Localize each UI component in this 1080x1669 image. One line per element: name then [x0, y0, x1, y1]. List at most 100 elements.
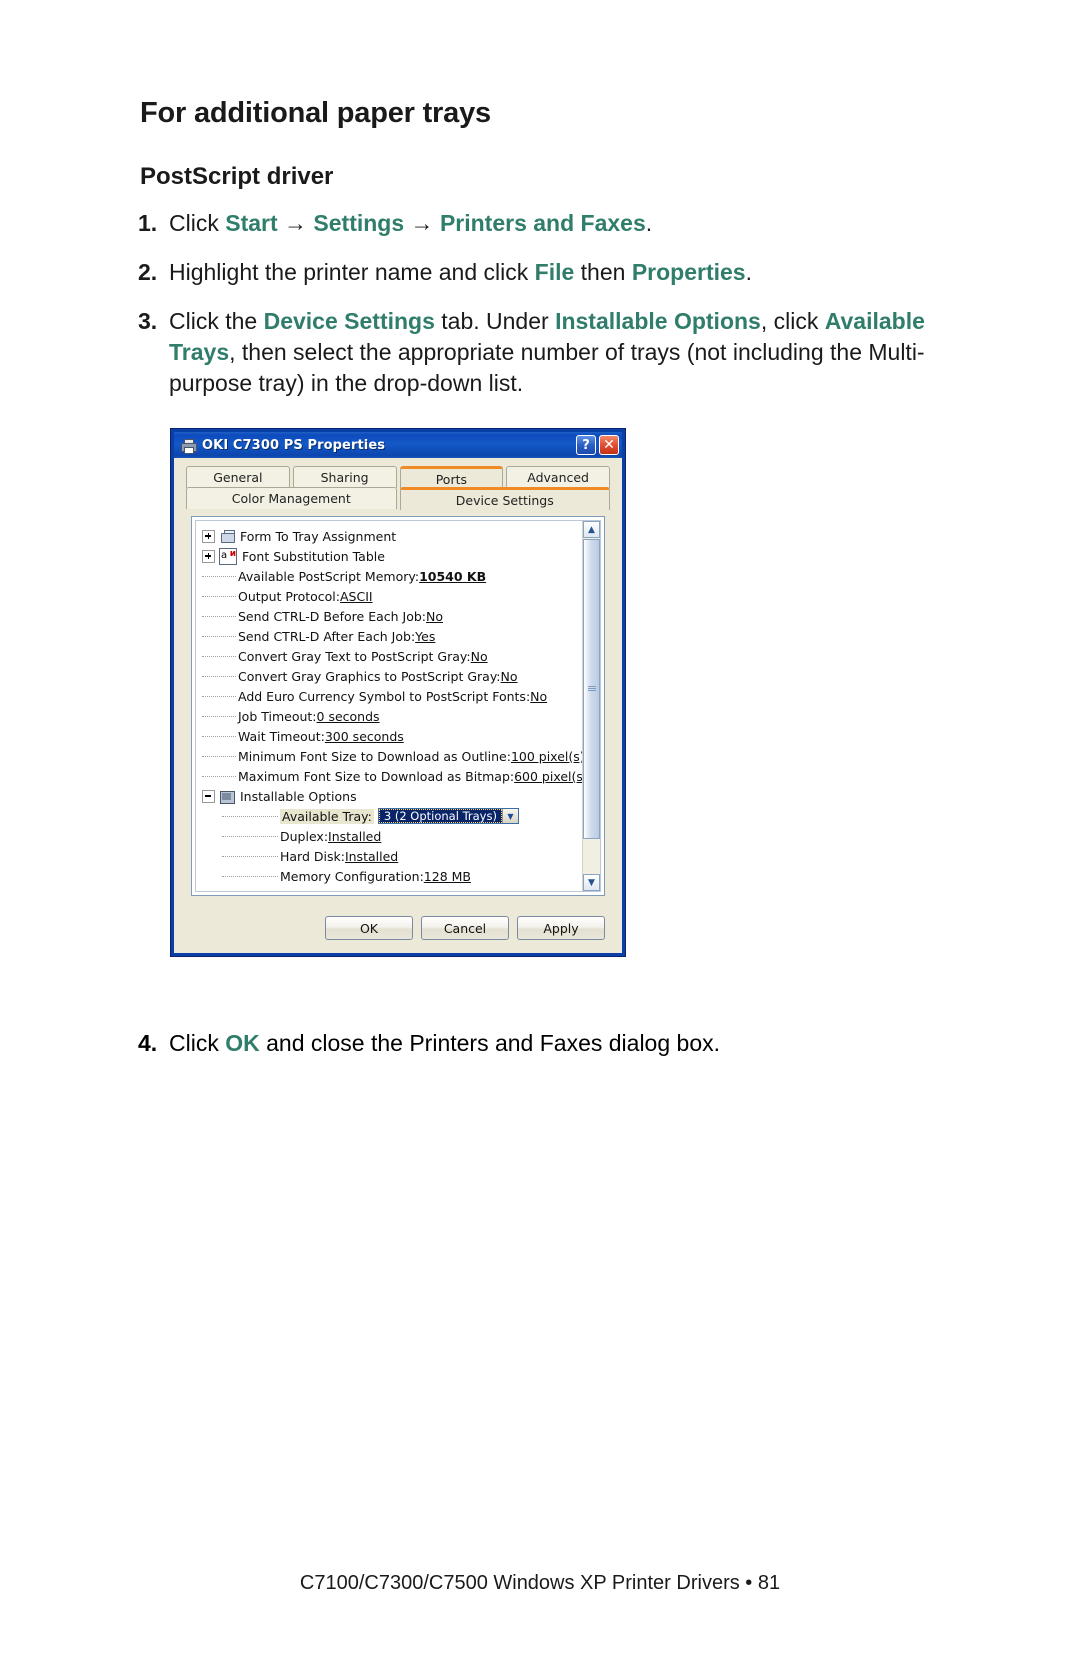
device-settings-list-inner: Form To Tray Assignment a и Font Substituti…: [195, 520, 601, 892]
tab-strip: General Sharing Ports Advanced Color Manage…: [186, 466, 610, 510]
step-1: 1. Click Start → Settings → Printers and …: [138, 208, 928, 239]
steps-list: 1. Click Start → Settings → Printers and …: [138, 208, 928, 417]
tree-row-value[interactable]: ASCII: [340, 589, 373, 604]
tree-row-value[interactable]: No: [501, 669, 518, 684]
expand-icon[interactable]: [202, 529, 215, 543]
emphasis-term: Start: [225, 210, 278, 236]
tree-row[interactable]: Send CTRL-D Before Each Job: No: [202, 606, 582, 626]
tab-device-settings[interactable]: Device Settings: [399, 487, 610, 510]
scroll-down-icon[interactable]: ▼: [583, 874, 600, 891]
tree-row-value[interactable]: No: [471, 649, 488, 664]
tree-row[interactable]: Memory Configuration: 128 MB: [202, 866, 582, 886]
tree-row-label: Form To Tray Assignment: [240, 528, 397, 544]
tree-row[interactable]: Installable Options: [202, 786, 582, 806]
ok-button[interactable]: OK: [325, 916, 413, 940]
dialog-titlebar[interactable]: OKI C7300 PS Properties ? ✕: [174, 432, 622, 458]
step-text-run: →: [277, 210, 314, 236]
tree-row-value[interactable]: No: [426, 609, 443, 624]
tree-row[interactable]: Convert Gray Graphics to PostScript Gray…: [202, 666, 582, 686]
tree-row[interactable]: Wait Timeout: 300 seconds: [202, 726, 582, 746]
tree-row[interactable]: Form To Tray Assignment: [202, 526, 582, 546]
printer-properties-dialog: OKI C7300 PS Properties ? ✕ General Shari…: [170, 428, 626, 957]
tab-sharing[interactable]: Sharing: [292, 466, 397, 488]
page-title: For additional paper trays: [140, 97, 491, 129]
tree-connector: [202, 616, 236, 618]
tab-row-2: Color Management Device Settings: [186, 487, 610, 510]
tree-row[interactable]: Output Protocol: ASCII: [202, 586, 582, 606]
tree-row-label: Font Substitution Table: [242, 548, 385, 564]
help-button[interactable]: ?: [576, 435, 596, 455]
titlebar-buttons: ? ✕: [576, 435, 619, 455]
emphasis-term: OK: [225, 1030, 260, 1056]
tree-row[interactable]: Add Euro Currency Symbol to PostScript F…: [202, 686, 582, 706]
step-4-number: 4.: [138, 1030, 158, 1056]
tree-row[interactable]: Hard Disk: Installed: [202, 846, 582, 866]
dialog-title: OKI C7300 PS Properties: [202, 437, 386, 453]
step-text-run: then: [574, 259, 632, 285]
tree-row-value[interactable]: 100 pixel(s): [511, 749, 585, 764]
tree-row-label: Memory Configuration:: [280, 868, 424, 884]
emphasis-term: Properties: [631, 259, 746, 285]
tree-row-value[interactable]: Installed: [345, 849, 398, 864]
cancel-button[interactable]: Cancel: [421, 916, 509, 940]
apply-button[interactable]: Apply: [517, 916, 605, 940]
tree-row[interactable]: Send CTRL-D After Each Job: Yes: [202, 626, 582, 646]
tree-connector: [202, 576, 236, 578]
tree-connector: [202, 776, 236, 778]
tree-row-label: Available PostScript Memory:: [238, 568, 420, 584]
tree-row-label: Duplex:: [280, 828, 329, 844]
tree-row-value[interactable]: 10540 KB: [419, 569, 486, 584]
step-3-text: Click the Device Settings tab. Under Ins…: [169, 306, 928, 399]
tree-row-label: Hard Disk:: [280, 848, 345, 864]
chevron-down-icon[interactable]: ▼: [501, 809, 518, 823]
tree-row-label: Installable Options: [240, 788, 357, 804]
document-page: For additional paper trays PostScript dr…: [0, 0, 1080, 1669]
tree-connector: [202, 756, 236, 758]
tab-general[interactable]: General: [186, 466, 290, 488]
tree-row-value[interactable]: 600 pixel(s): [514, 769, 588, 784]
available-tray-dropdown[interactable]: 3 (2 Optional Trays) ▼: [377, 808, 519, 824]
scrollbar-thumb[interactable]: [583, 539, 600, 839]
emphasis-term: Settings: [313, 210, 405, 236]
tree-connector: [222, 836, 278, 838]
tree-row[interactable]: Available Tray: 3 (2 Optional Trays) ▼: [202, 806, 582, 826]
tree-row[interactable]: Minimum Font Size to Download as Outline…: [202, 746, 585, 766]
tree-row-value[interactable]: No: [530, 689, 547, 704]
step-2-number: 2.: [138, 259, 158, 285]
tree-row[interactable]: Available PostScript Memory: 10540 KB: [202, 566, 582, 586]
tree-row-label: Convert Gray Text to PostScript Gray:: [238, 648, 471, 664]
tree-row[interactable]: Convert Gray Text to PostScript Gray: No: [202, 646, 582, 666]
scroll-up-icon[interactable]: ▲: [583, 521, 600, 538]
tree-row-label: Add Euro Currency Symbol to PostScript F…: [238, 688, 531, 704]
emphasis-term: Printers and Faxes: [439, 210, 646, 236]
tree-row-value[interactable]: Yes: [415, 629, 435, 644]
step-1-number: 1.: [138, 210, 158, 236]
tree-connector: [202, 656, 236, 658]
tree-row[interactable]: Duplex: Installed: [202, 826, 582, 846]
tree-row-label: Convert Gray Graphics to PostScript Gray…: [238, 668, 501, 684]
tree-row-value[interactable]: 128 MB: [424, 869, 471, 884]
step-text-run: Click the: [169, 308, 264, 334]
tab-advanced[interactable]: Advanced: [506, 466, 610, 488]
close-icon[interactable]: ✕: [599, 435, 619, 455]
section-subtitle: PostScript driver: [140, 163, 334, 190]
tree-row-value[interactable]: 300 seconds: [325, 729, 404, 744]
tree-row-value[interactable]: 0 seconds: [317, 709, 380, 724]
step-text-run: .: [645, 210, 653, 236]
page-footer: C7100/C7300/C7500 Windows XP Printer Dri…: [299, 1572, 781, 1594]
step-3-number: 3.: [138, 308, 158, 334]
collapse-icon[interactable]: [202, 789, 215, 803]
tree-row[interactable]: a и Font Substitution Table: [202, 546, 582, 566]
vertical-scrollbar[interactable]: ▲ ▼: [582, 521, 600, 891]
tree-connector: [202, 716, 236, 718]
tree-row-value[interactable]: Installed: [328, 829, 381, 844]
tray-icon: [219, 529, 235, 544]
tree-row-label: Output Protocol:: [238, 588, 340, 604]
tab-color-management[interactable]: Color Management: [186, 487, 397, 509]
settings-tree[interactable]: Form To Tray Assignment a и Font Substituti…: [196, 523, 588, 891]
tab-ports[interactable]: Ports: [399, 466, 504, 489]
tree-row[interactable]: Job Timeout: 0 seconds: [202, 706, 582, 726]
tree-row[interactable]: Maximum Font Size to Download as Bitmap:…: [202, 766, 588, 786]
tree-connector: [202, 696, 236, 698]
expand-icon[interactable]: [202, 549, 215, 563]
